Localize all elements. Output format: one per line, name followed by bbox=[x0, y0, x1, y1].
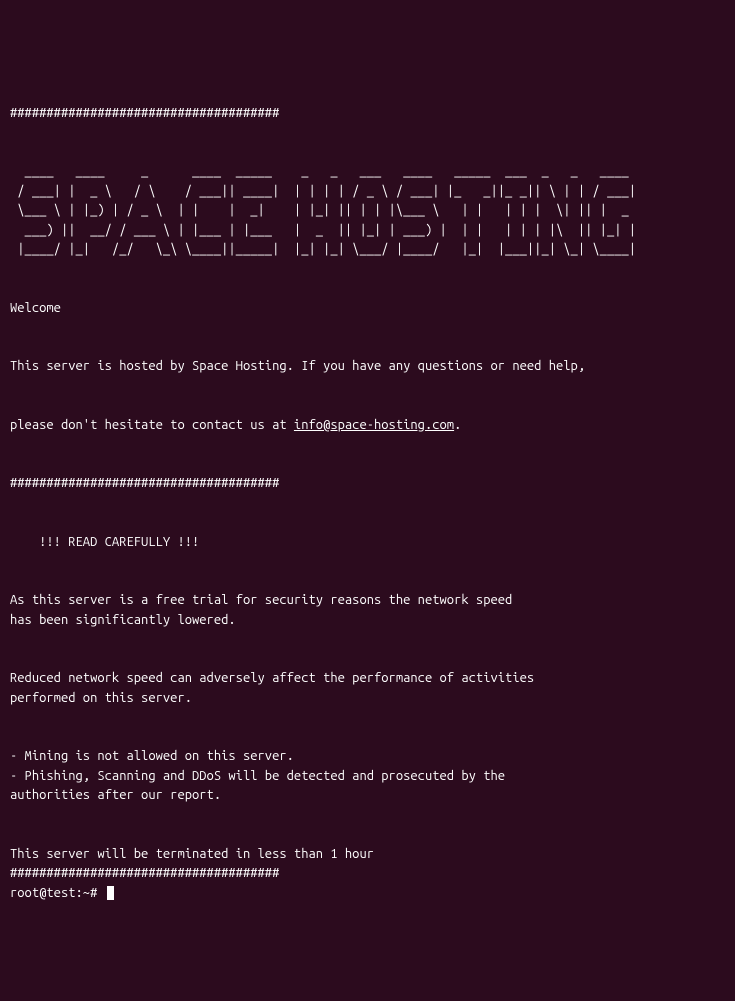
hosted-by-text: This server is hosted by Space Hosting. … bbox=[10, 359, 585, 373]
contact-prefix: please don't hesitate to contact us at bbox=[10, 418, 294, 432]
contact-line: please don't hesitate to contact us at i… bbox=[10, 418, 461, 432]
welcome-text: Welcome bbox=[10, 301, 61, 315]
motd-border-top: ##################################### bbox=[10, 106, 279, 120]
reduced-speed-line1: Reduced network speed can adversely affe… bbox=[10, 671, 534, 685]
contact-email-link[interactable]: info@space-hosting.com bbox=[294, 418, 454, 432]
trial-notice-line1: As this server is a free trial for secur… bbox=[10, 593, 512, 607]
ascii-art-banner: ____ ____ _ ____ _____ _ _ ___ ____ ____… bbox=[10, 164, 636, 256]
motd-border-mid: ##################################### bbox=[10, 476, 279, 490]
rule-phishing-line2: authorities after our report. bbox=[10, 788, 221, 802]
trial-notice-line2: has been significantly lowered. bbox=[10, 613, 236, 627]
termination-notice: This server will be terminated in less t… bbox=[10, 847, 374, 861]
rule-phishing-line1: - Phishing, Scanning and DDoS will be de… bbox=[10, 769, 505, 783]
cursor-icon bbox=[107, 886, 114, 900]
contact-suffix: . bbox=[454, 418, 461, 432]
read-carefully-heading: !!! READ CAREFULLY !!! bbox=[10, 535, 199, 549]
rule-mining: - Mining is not allowed on this server. bbox=[10, 749, 294, 763]
motd-border-bottom: ##################################### bbox=[10, 866, 279, 880]
shell-prompt: root@test:~# bbox=[10, 886, 105, 900]
prompt-line[interactable]: root@test:~# bbox=[10, 886, 114, 900]
reduced-speed-line2: performed on this server. bbox=[10, 691, 192, 705]
terminal-output: ##################################### __… bbox=[10, 84, 725, 903]
